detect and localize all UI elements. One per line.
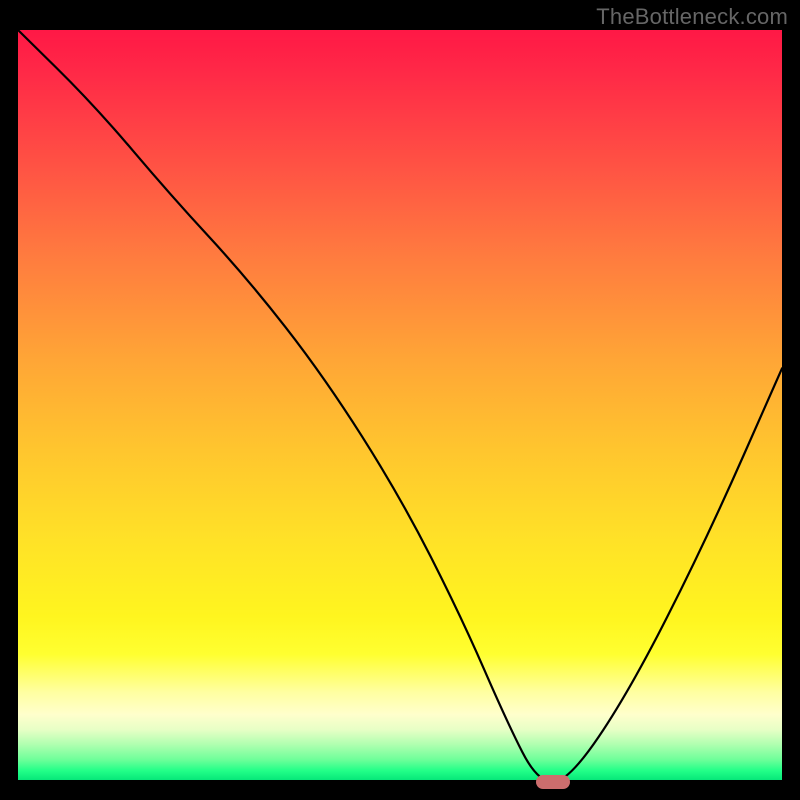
watermark-text: TheBottleneck.com: [596, 4, 788, 30]
curve-svg: [18, 30, 782, 782]
optimal-point-marker: [536, 775, 570, 789]
x-axis-baseline: [18, 780, 782, 782]
bottleneck-curve: [18, 30, 782, 782]
chart-container: TheBottleneck.com: [0, 0, 800, 800]
